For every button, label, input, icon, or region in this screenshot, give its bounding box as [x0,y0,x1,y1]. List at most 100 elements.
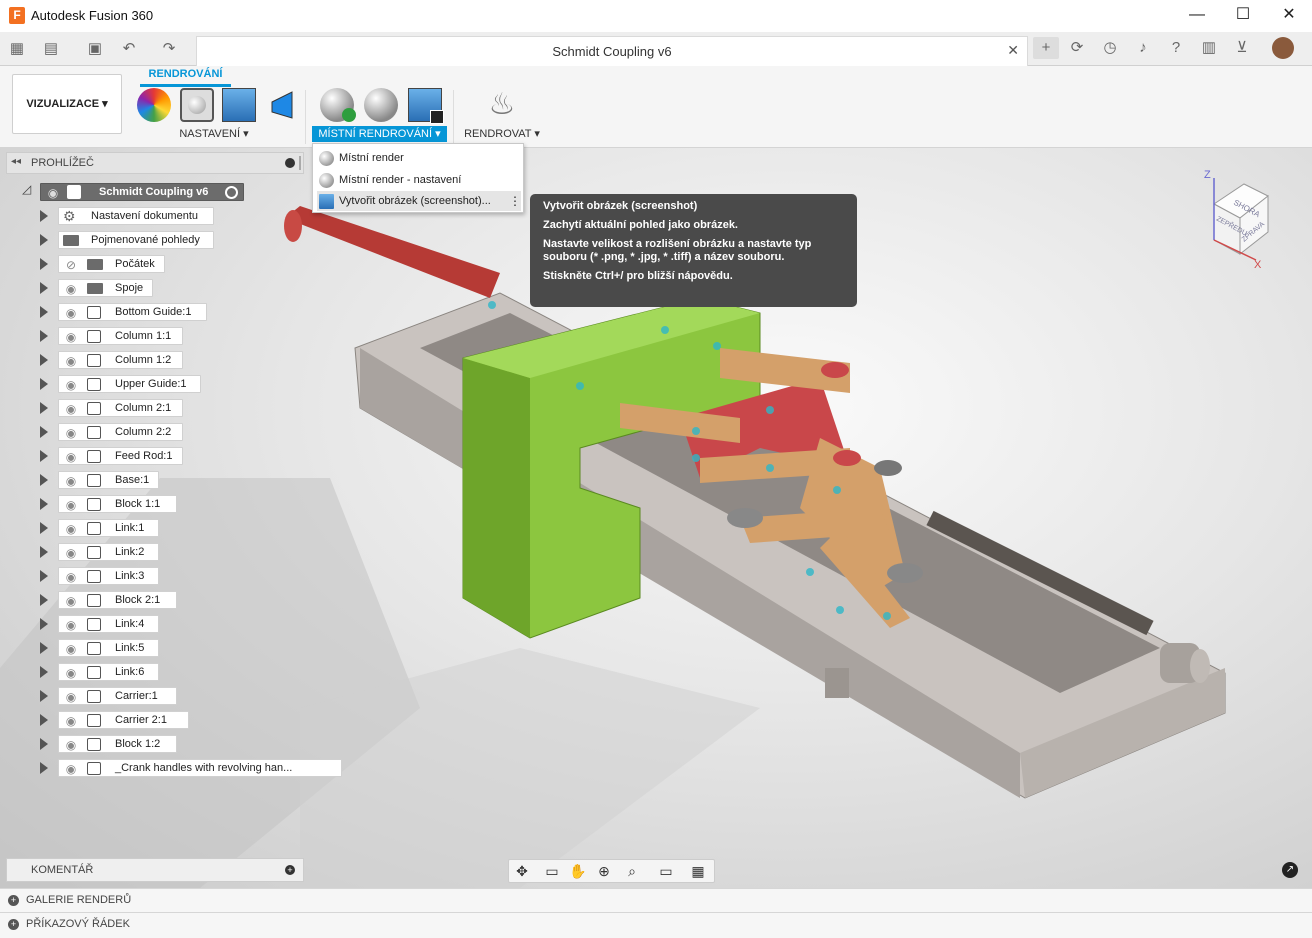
add-comment-icon[interactable]: + [285,865,295,875]
tree-root-row[interactable]: ◿ ◉ Schmidt Coupling v6 [0,180,310,204]
expand-arrow-icon[interactable] [40,450,48,462]
render-gallery-bar[interactable]: + GALERIE RENDERŮ [0,888,1312,912]
expand-gallery-icon[interactable]: + [8,895,19,906]
clock-icon[interactable]: ◷ [1099,37,1121,59]
tree-node-chip[interactable]: ◉ Feed Rod:1 [58,447,183,465]
tree-node-chip[interactable]: ◉ Spoje [58,279,153,297]
visibility-eye-icon[interactable]: ◉ [63,665,79,681]
menu-item-screenshot[interactable]: Vytvořit obrázek (screenshot)... ⋮ [317,191,521,211]
tree-row[interactable]: Pojmenované pohledy [0,228,310,252]
expand-arrow-icon[interactable] [40,498,48,510]
tree-node-chip[interactable]: ◉ _Crank handles with revolving han... [58,759,342,777]
visibility-eye-icon[interactable]: ◉ [63,401,79,417]
texture-map-icon[interactable] [222,88,256,122]
save-icon[interactable]: ▣ [84,38,106,60]
tree-node-chip[interactable]: ⊘ Počátek [58,255,165,273]
grid-settings-icon[interactable]: ▦ [687,862,709,880]
visibility-hidden-eye-icon[interactable]: ⊘ [63,257,79,273]
in-canvas-render-icon[interactable] [320,88,356,122]
tree-row[interactable]: ◉ Block 1:1 [0,492,310,516]
expand-arrow-icon[interactable] [40,402,48,414]
visibility-eye-icon[interactable]: ◉ [63,617,79,633]
visibility-eye-icon[interactable]: ◉ [63,353,79,369]
document-tab[interactable]: Schmidt Coupling v6 ✕ [196,36,1028,66]
command-line-bar[interactable]: + PŘÍKAZOVÝ ŘÁDEK [0,912,1312,938]
tree-node-chip[interactable]: ◉ Link:1 [58,519,159,537]
display-settings-icon[interactable]: ▭ [655,862,677,880]
tree-row[interactable]: ◉ _Crank handles with revolving han... [0,756,342,780]
tree-node-chip[interactable]: ◉ Link:4 [58,615,159,633]
tree-row[interactable]: ◉ Column 1:2 [0,348,310,372]
visibility-eye-icon[interactable]: ◉ [63,521,79,537]
expand-arrow-icon[interactable] [40,522,48,534]
tree-node-chip[interactable]: ◉ Column 1:2 [58,351,183,369]
appearance-color-wheel-icon[interactable] [137,88,171,122]
scene-settings-icon[interactable] [180,88,214,122]
notifications-bell-icon[interactable]: ♪ [1132,37,1154,59]
tree-row[interactable]: ◉ Link:5 [0,636,310,660]
tree-node-chip[interactable]: ◉ Column 1:1 [58,327,183,345]
tree-node-chip[interactable]: Pojmenované pohledy [58,231,214,249]
visibility-eye-icon[interactable]: ◉ [63,281,79,297]
tree-row[interactable]: ◉ Link:4 [0,612,310,636]
user-avatar[interactable] [1272,37,1294,59]
tree-row[interactable]: ◉ Link:1 [0,516,310,540]
job-status-icon[interactable]: ⟳ [1066,37,1088,59]
visibility-eye-icon[interactable]: ◉ [63,377,79,393]
undo-icon[interactable]: ↶ [118,38,140,60]
expand-arrow-icon[interactable] [40,546,48,558]
browser-resize-handle[interactable] [299,156,301,170]
tree-node-chip[interactable]: ◉ Link:3 [58,567,159,585]
workspace-switcher[interactable]: VIZUALIZACE ▾ [12,74,122,134]
maximize-button[interactable]: ☐ [1220,0,1266,32]
visibility-eye-icon[interactable]: ◉ [45,185,61,201]
tree-node-chip[interactable]: ◉ Column 2:1 [58,399,183,417]
visibility-eye-icon[interactable]: ◉ [63,737,79,753]
expand-arrow-icon[interactable] [40,234,48,246]
document-tab-close-icon[interactable]: ✕ [1007,42,1019,59]
tree-node-chip[interactable]: ◉ Block 1:1 [58,495,177,513]
help-icon[interactable]: ? [1165,37,1187,59]
tree-row[interactable]: ◉ Block 1:2 [0,732,310,756]
group-label-mistni-rendrovani[interactable]: MÍSTNÍ RENDROVÁNÍ ▾ [312,126,447,142]
tree-row[interactable]: ◉ Spoje [0,276,310,300]
tree-row[interactable]: ◉ Bottom Guide:1 [0,300,310,324]
group-label-nastaveni[interactable]: NASTAVENÍ ▾ [178,127,250,140]
tree-row[interactable]: ◉ Column 2:2 [0,420,310,444]
visibility-eye-icon[interactable]: ◉ [63,689,79,705]
orbit-icon[interactable]: ✥ [511,862,533,880]
visibility-eye-icon[interactable]: ◉ [63,473,79,489]
expand-arrow-icon[interactable] [40,282,48,294]
zoom-icon[interactable]: ⊕ [593,862,615,880]
visibility-eye-icon[interactable]: ◉ [63,593,79,609]
tab-rendrovani[interactable]: RENDROVÁNÍ [140,67,231,87]
navigation-help-icon[interactable]: ↗ [1282,862,1298,878]
visibility-eye-icon[interactable]: ◉ [63,713,79,729]
tree-node-chip[interactable]: ◉ Carrier:1 [58,687,177,705]
teapot-render-icon[interactable]: ♨ [484,88,520,122]
visibility-eye-icon[interactable]: ◉ [63,449,79,465]
new-tab-plus-icon[interactable]: + [1033,37,1059,59]
more-options-icon[interactable]: ⋮ [509,194,521,208]
tree-node-chip[interactable]: ◉ Base:1 [58,471,159,489]
zoom-window-icon[interactable]: ⌕ [621,862,643,880]
expand-arrow-icon[interactable] [40,594,48,606]
browser-header[interactable]: ◂◂ PROHLÍŽEČ [6,152,304,174]
tree-node-chip[interactable]: ◉ Column 2:2 [58,423,183,441]
comments-panel[interactable]: KOMENTÁŘ + [6,858,304,882]
close-window-button[interactable]: ✕ [1266,0,1312,32]
root-collapse-icon[interactable]: ◿ [22,182,31,196]
tree-node-chip[interactable]: ◉ Link:2 [58,543,159,561]
tree-row[interactable]: ◉ Column 2:1 [0,396,310,420]
redo-icon[interactable]: ↷ [158,38,180,60]
expand-arrow-icon[interactable] [40,330,48,342]
expand-arrow-icon[interactable] [40,354,48,366]
tree-row[interactable]: ◉ Base:1 [0,468,310,492]
tree-row[interactable]: ◉ Carrier:1 [0,684,310,708]
browser-pin-icon[interactable] [285,158,295,168]
menu-item-render-settings[interactable]: Místní render - nastavení [317,170,521,190]
tree-row[interactable]: ◉ Link:3 [0,564,310,588]
expand-arrow-icon[interactable] [40,762,48,774]
pan-hand-icon[interactable]: ✋ [567,862,589,880]
visibility-eye-icon[interactable]: ◉ [63,305,79,321]
